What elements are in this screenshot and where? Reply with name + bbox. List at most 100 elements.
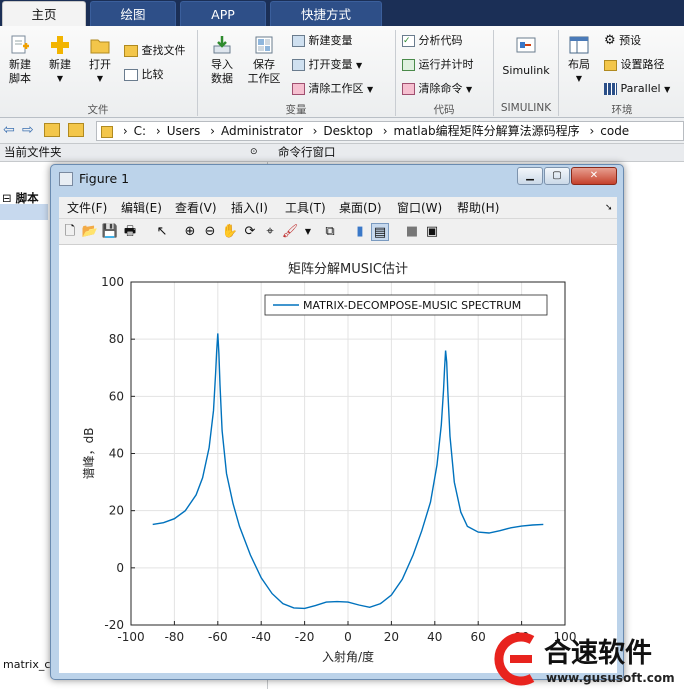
tab-apps[interactable]: APP [180, 1, 266, 26]
collapse-icon[interactable]: ⊟ [2, 191, 12, 205]
separator-icon: › [382, 124, 388, 138]
folder-icon [90, 39, 110, 54]
watermark: 合速软件 www.gususoft.com [486, 628, 684, 689]
figure-title: Figure 1 [79, 171, 130, 186]
open-button[interactable]: 打开 ▼ [82, 30, 118, 86]
figure-menubar: 文件(F) 编辑(E) 查看(V) 插入(I) 工具(T) 桌面(D) 窗口(W… [59, 197, 617, 219]
minimize-button[interactable]: ▁ [517, 167, 543, 185]
path-segment[interactable]: Administrator [221, 124, 303, 138]
zoom-out-icon[interactable]: ⊖ [201, 223, 219, 241]
tab-home[interactable]: 主页 [2, 1, 86, 26]
chart-legend[interactable]: MATRIX-DECOMPOSE-MUSIC SPECTRUM [264, 294, 548, 316]
menu-view[interactable]: 查看(V) [175, 197, 217, 219]
menu-window[interactable]: 窗口(W) [397, 197, 442, 219]
eraser-icon [402, 83, 415, 95]
y-tick-label: 80 [109, 332, 124, 346]
menu-help[interactable]: 帮助(H) [457, 197, 499, 219]
parallel-button[interactable]: Parallel ▼ [604, 82, 670, 97]
close-button[interactable]: ✕ [571, 167, 617, 185]
figure-titlebar[interactable]: Figure 1 ▁ ▢ ✕ [51, 165, 623, 193]
clear-workspace-button[interactable]: 清除工作区 ▼ [292, 82, 373, 97]
file-group-label: 文件 [87, 104, 109, 116]
selected-file-row[interactable] [0, 204, 48, 220]
path-segment[interactable]: code [600, 124, 629, 138]
up-folder-icon[interactable] [44, 123, 60, 137]
new-script-icon [11, 35, 29, 54]
show-tools-icon[interactable]: ▣ [423, 223, 441, 241]
tab-plots[interactable]: 绘图 [90, 1, 176, 26]
colorbar-icon[interactable]: ▮ [351, 223, 369, 241]
hide-tools-icon[interactable]: ■ [403, 223, 421, 241]
x-tick-label: -80 [165, 630, 185, 644]
chevron-down-icon[interactable]: ▼ [299, 223, 317, 241]
new-script-label: 新建 脚本 [9, 58, 31, 85]
new-button[interactable]: 新建 ▼ [42, 30, 78, 86]
music-spectrum-chart: -100 -80 -60 -40 -20 0 20 40 60 80 100-20020406080… [82, 262, 576, 664]
open-label: 打开 [89, 58, 111, 71]
simulink-button[interactable]: Simulink [498, 30, 554, 78]
ribbon: 新建 脚本 新建 ▼ 打开 ▼ 查找文件 比较 文件 导入 数据 保存 工作区 … [0, 26, 684, 118]
figure-window[interactable]: Figure 1 ▁ ▢ ✕ 文件(F) 编辑(E) 查看(V) 插入(I) 工… [50, 164, 624, 680]
browse-folder-icon[interactable] [68, 123, 84, 137]
find-files-button[interactable]: 查找文件 [124, 44, 186, 58]
dock-arrow-icon[interactable]: ➘ [605, 197, 613, 219]
watermark-logo: 合速软件 www.gususoft.com [494, 632, 675, 686]
forward-arrow-icon[interactable]: ⇨ [22, 122, 34, 138]
find-files-icon [124, 45, 138, 57]
new-figure-icon[interactable]: 🗋 [61, 223, 79, 241]
run-and-time-button[interactable]: 运行并计时 [402, 58, 474, 72]
open-file-icon[interactable]: 📂 [81, 223, 99, 241]
zoom-in-icon[interactable]: ⊕ [181, 223, 199, 241]
print-icon[interactable]: 🖶 [121, 223, 139, 241]
menu-desktop[interactable]: 桌面(D) [339, 197, 382, 219]
data-cursor-icon[interactable]: ⌖ [261, 223, 279, 241]
path-field[interactable]: › C: › Users › Administrator › Desktop › matl… [96, 121, 684, 141]
path-segment[interactable]: matlab编程矩阵分解算法源码程序 [394, 124, 580, 138]
new-script-button[interactable]: 新建 脚本 [2, 30, 38, 86]
clear-commands-label: 清除命令 [418, 82, 463, 95]
new-label: 新建 [49, 58, 71, 71]
maximize-button[interactable]: ▢ [544, 167, 570, 185]
save-workspace-icon [255, 36, 273, 54]
layout-button[interactable]: 布局 ▼ [562, 30, 596, 86]
chevron-down-icon: ▼ [367, 85, 374, 94]
back-arrow-icon[interactable]: ⇦ [3, 122, 15, 138]
legend-icon[interactable]: ▤ [371, 223, 389, 241]
save-icon[interactable]: 💾 [101, 223, 119, 241]
new-variable-button[interactable]: 新建变量 [292, 34, 353, 48]
panel-menu-icon[interactable]: ⊙ [250, 144, 258, 161]
separator-icon: › [312, 124, 318, 138]
clear-workspace-label: 清除工作区 [308, 82, 364, 95]
save-workspace-button[interactable]: 保存 工作区 [244, 30, 284, 86]
simulink-label: Simulink [502, 64, 550, 77]
menu-insert[interactable]: 插入(I) [231, 197, 268, 219]
rotate-icon[interactable]: ⟳ [241, 223, 259, 241]
folder-icon [101, 125, 113, 138]
preferences-button[interactable]: ⚙ 预设 [604, 34, 641, 48]
clear-commands-button[interactable]: 清除命令 ▼ [402, 82, 472, 97]
compare-button[interactable]: 比较 [124, 68, 164, 82]
brush-icon[interactable]: 🖌 [281, 223, 299, 241]
analyze-code-button[interactable]: ✓ 分析代码 [402, 34, 463, 48]
menu-tools[interactable]: 工具(T) [285, 197, 326, 219]
import-data-button[interactable]: 导入 数据 [202, 30, 242, 86]
tab-shortcuts[interactable]: 快捷方式 [270, 1, 382, 26]
link-plot-icon[interactable]: ⧉ [321, 223, 339, 241]
eraser-icon [292, 83, 305, 95]
pan-icon[interactable]: ✋ [221, 223, 239, 241]
set-path-button[interactable]: 设置路径 [604, 58, 665, 72]
chevron-down-icon: ▼ [96, 74, 104, 83]
chart-title: 矩阵分解MUSIC估计 [288, 262, 408, 277]
open-variable-button[interactable]: 打开变量 ▼ [292, 58, 362, 73]
path-segment[interactable]: C: [134, 124, 146, 138]
menu-edit[interactable]: 编辑(E) [121, 197, 162, 219]
path-segment[interactable]: Users [167, 124, 201, 138]
path-segment[interactable]: Desktop [323, 124, 373, 138]
compare-label: 比较 [141, 68, 164, 81]
y-tick-label: 0 [116, 561, 124, 575]
environment-group-label: 环境 [611, 104, 633, 116]
pointer-icon[interactable]: ↖ [153, 223, 171, 241]
menu-file[interactable]: 文件(F) [67, 197, 107, 219]
new-variable-label: 新建变量 [308, 34, 353, 47]
chart-grid [130, 281, 566, 626]
